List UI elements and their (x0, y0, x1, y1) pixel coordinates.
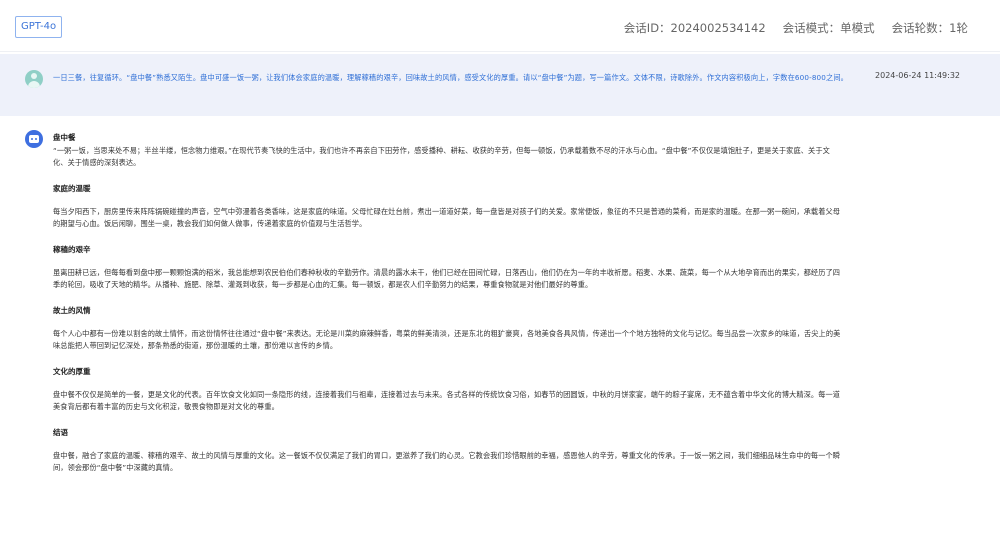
user-message-text: 一日三餐，往复循环。“盘中餐”熟悉又陌生。盘中可盛一饭一粥，让我们体会家庭的温暖… (53, 73, 849, 82)
section-body-family: 每当夕阳西下，厨房里传来阵阵锅碗碰撞的声音，空气中弥漫着各类香味，这是家庭的味道… (53, 207, 841, 228)
user-message-timestamp: 2024-06-24 11:49:32 (875, 71, 960, 80)
session-info: 会话ID：2024002534142 会话模式：单模式 会话轮数：1轮 (624, 20, 968, 36)
assistant-message: 盘中餐 “一粥一饭，当思来处不易；半丝半缕，恒念物力维艰。”在现代节奏飞快的生活… (53, 133, 843, 473)
section-body-conclusion: 盘中餐，融合了家庭的温暖、稼穑的艰辛、故土的风情与厚重的文化。这一餐饭不仅仅满足… (53, 451, 841, 472)
section-heading-hometown: 故土的风情 (53, 306, 91, 315)
section-body-farming: 虽离田耕已远，但每每看到盘中那一颗颗饱满的稻米，我总能想到农民伯伯们春种秋收的辛… (53, 268, 841, 289)
section-heading-farming: 稼穑的艰辛 (53, 245, 91, 254)
session-rounds: 会话轮数：1轮 (891, 21, 968, 35)
session-id: 会话ID：2024002534142 (623, 21, 766, 35)
user-message: 一日三餐，往复循环。“盘中餐”熟悉又陌生。盘中可盛一饭一粥，让我们体会家庭的温暖… (0, 54, 1000, 116)
bot-avatar-icon (25, 130, 43, 148)
user-avatar-icon (25, 70, 43, 88)
model-tag[interactable]: GPT-4o (15, 16, 63, 38)
answer-title: 盘中餐 (53, 133, 76, 142)
session-header: GPT-4o 会话ID：2024002534142 会话模式：单模式 会话轮数：… (0, 0, 1000, 52)
section-heading-culture: 文化的厚重 (53, 367, 91, 376)
section-body-culture: 盘中餐不仅仅是简单的一餐，更是文化的代表。百年饮食文化如同一条隐形的线，连接着我… (53, 390, 841, 411)
section-heading-conclusion: 结语 (53, 428, 68, 437)
session-mode: 会话模式：单模式 (782, 21, 875, 35)
section-body-hometown: 每个人心中都有一份难以割舍的故土情怀，而这份情怀往往通过“盘中餐”来表达。无论是… (53, 329, 841, 350)
section-heading-family: 家庭的温暖 (53, 184, 91, 193)
answer-intro: “一粥一饭，当思来处不易；半丝半缕，恒念物力维艰。”在现代节奏飞快的生活中，我们… (53, 146, 830, 167)
